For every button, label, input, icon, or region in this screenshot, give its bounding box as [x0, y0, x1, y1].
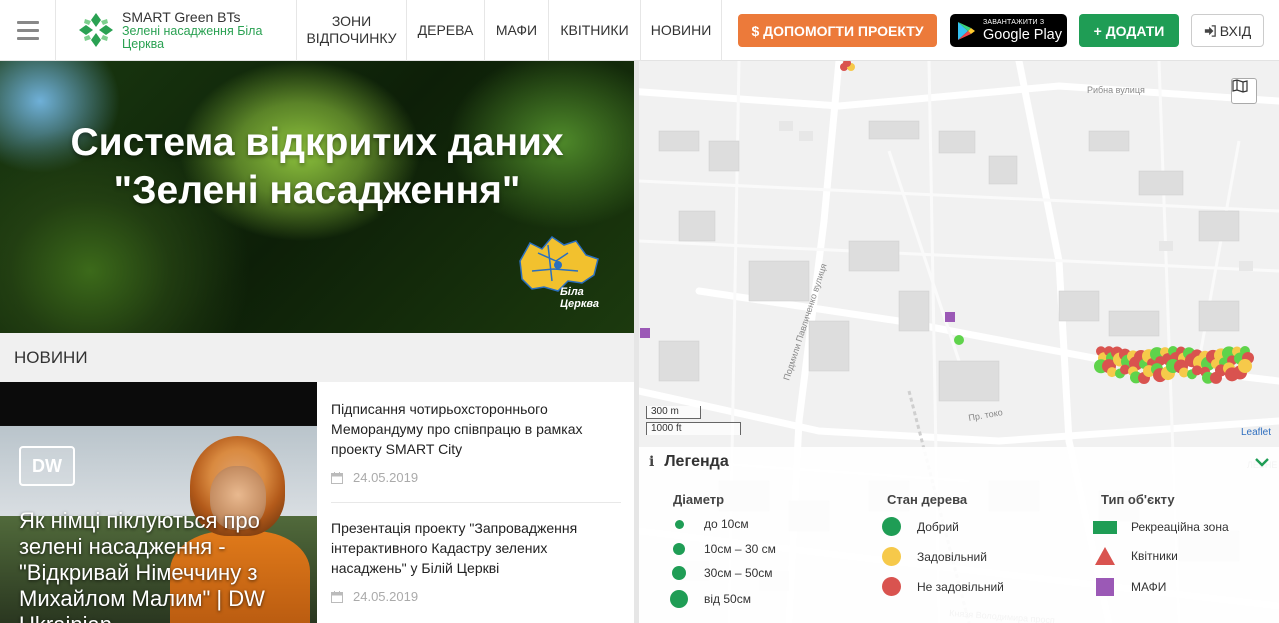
news-list: Підписання чотирьохстороннього Меморанду…	[317, 382, 634, 623]
street-label: Рибна вулиця	[1087, 85, 1145, 95]
sign-in-icon	[1204, 24, 1216, 37]
donate-button[interactable]: $ ДОПОМОГТИ ПРОЕКТУ	[738, 14, 937, 47]
legend-diameter-title: Діаметр	[673, 492, 725, 507]
brand-link[interactable]: SMART Green BTs Зелені насадження Біла Ц…	[56, 0, 297, 61]
diameter-dot	[670, 590, 688, 608]
condition-fair-dot	[882, 547, 901, 566]
legend-title: Легенда	[664, 453, 729, 470]
news-section-header: НОВИНИ	[0, 333, 634, 382]
google-play-icon	[958, 21, 975, 40]
legend-header[interactable]: i Легенда	[649, 453, 729, 471]
tree-marker[interactable]	[954, 335, 964, 345]
legend-diameter-label: 10см – 30 см	[704, 542, 776, 556]
leaflet-attribution-link[interactable]: Leaflet	[1241, 427, 1271, 438]
legend-condition-title: Стан дерева	[887, 492, 968, 507]
condition-good-dot	[882, 517, 901, 536]
news-item[interactable]: Підписання чотирьохстороннього Меморанду…	[331, 399, 621, 485]
google-play-label: Google Play	[983, 26, 1062, 43]
hero-title: Система відкритих даних "Зелені насаджен…	[0, 119, 634, 215]
legend-type-item: Квітники	[1095, 547, 1178, 565]
hamburger-bar	[16, 36, 39, 40]
legend-type-label: МАФИ	[1131, 580, 1167, 594]
featured-news-title[interactable]: Як німці піклуються про зелені насадженн…	[19, 508, 309, 623]
news-item-title[interactable]: Презентація проекту "Запровадження інтер…	[331, 518, 621, 578]
legend-condition-label: Добрий	[917, 519, 959, 534]
map-layers-icon	[1232, 79, 1248, 93]
legend-type-item: МАФИ	[1096, 578, 1166, 596]
google-play-small-label: ЗАВАНТАЖИТИ З	[983, 18, 1045, 26]
dw-logo: DW	[19, 446, 75, 486]
hamburger-bar	[16, 28, 39, 32]
legend-diameter-item: 10см – 30 см	[673, 542, 776, 556]
hero-title-line-2: "Зелені насадження"	[113, 169, 521, 212]
legend-diameter-label: від 50см	[704, 592, 751, 606]
menu-item-recreation-zones[interactable]: ЗОНИ ВІДПОЧИНКУ	[297, 0, 407, 61]
map-scale-metric: 300 m	[646, 406, 701, 419]
map-scale-imperial: 1000 ft	[646, 422, 741, 435]
menu-item-trees[interactable]: ДЕРЕВА	[407, 0, 485, 61]
maf-marker[interactable]	[640, 328, 650, 338]
main-menu: ЗОНИ ВІДПОЧИНКУ ДЕРЕВА МАФИ КВІТНИКИ НОВ…	[297, 0, 722, 61]
news-item-date: 24.05.2019	[331, 470, 621, 485]
brand-logo-icon	[79, 13, 113, 47]
legend-diameter-label: 30см – 50см	[704, 566, 773, 580]
info-icon: i	[649, 454, 655, 470]
news-item[interactable]: Презентація проекту "Запровадження інтер…	[331, 518, 621, 604]
legend-condition-label: Задовільний	[917, 549, 987, 564]
diameter-dot	[672, 566, 686, 580]
legend-diameter-item: від 50см	[670, 590, 751, 608]
legend-condition-label: Не задовільний	[917, 579, 1004, 594]
menu-item-mafs[interactable]: МАФИ	[485, 0, 549, 61]
map-layers-button[interactable]	[1231, 78, 1257, 104]
menu-item-flowerbeds[interactable]: КВІТНИКИ	[549, 0, 641, 61]
news-divider	[331, 502, 621, 503]
legend-diameter-item: 30см – 50см	[672, 566, 773, 580]
tree-marker[interactable]	[1238, 359, 1252, 374]
legend-type-label: Рекреаційна зона	[1131, 520, 1229, 534]
hero-banner: Система відкритих даних "Зелені насаджен…	[0, 61, 634, 333]
maf-swatch	[1096, 578, 1114, 596]
legend-type-item: Рекреаційна зона	[1093, 520, 1229, 534]
news-date-text: 24.05.2019	[353, 470, 419, 485]
map-legend: i Легенда Діаметр до 10см 10см – 30 см 3…	[639, 447, 1279, 623]
recreation-zone-swatch	[1093, 520, 1117, 534]
login-button[interactable]: ВХІД	[1191, 14, 1264, 47]
hero-title-line-1: Система відкритих даних	[70, 121, 564, 164]
menu-item-news[interactable]: НОВИНИ	[641, 0, 722, 61]
hamburger-bar	[16, 20, 39, 24]
news-item-title[interactable]: Підписання чотирьохстороннього Меморанду…	[331, 399, 621, 459]
diameter-dot	[673, 543, 685, 555]
legend-condition-item: Задовільний	[882, 547, 987, 566]
diameter-dot	[675, 519, 684, 529]
brand-title: SMART Green BTs	[122, 9, 241, 25]
legend-condition-item: Не задовільний	[882, 577, 1004, 596]
legend-type-label: Квітники	[1131, 549, 1178, 563]
condition-poor-dot	[882, 577, 901, 596]
legend-condition-item: Добрий	[882, 517, 959, 536]
street-label: Пр. токо	[968, 407, 1004, 423]
news-date-text: 24.05.2019	[353, 589, 419, 604]
flowerbed-triangle-icon	[1095, 547, 1115, 565]
news-item-date: 24.05.2019	[331, 589, 621, 604]
calendar-icon	[331, 471, 343, 484]
legend-type-title: Тип об'єкту	[1101, 492, 1175, 507]
featured-news-card[interactable]: DW Як німці піклуються про зелені насадж…	[0, 382, 317, 623]
calendar-icon	[331, 590, 343, 603]
google-play-button[interactable]: ЗАВАНТАЖИТИ З Google Play	[950, 14, 1067, 47]
brand-subtitle: Зелені насадження Біла Церква	[122, 24, 263, 51]
login-label: ВХІД	[1219, 22, 1252, 39]
add-button[interactable]: + ДОДАТИ	[1079, 14, 1179, 47]
maf-marker[interactable]	[945, 312, 955, 322]
city-label-line-2: Церква	[560, 298, 600, 310]
legend-diameter-item: до 10см	[675, 517, 749, 531]
menu-toggle-button[interactable]	[0, 0, 56, 61]
chevron-down-icon[interactable]	[1255, 457, 1269, 467]
legend-diameter-label: до 10см	[704, 517, 749, 531]
city-label: Біла Церква	[560, 286, 599, 310]
city-label-line-1: Біла	[560, 286, 584, 298]
